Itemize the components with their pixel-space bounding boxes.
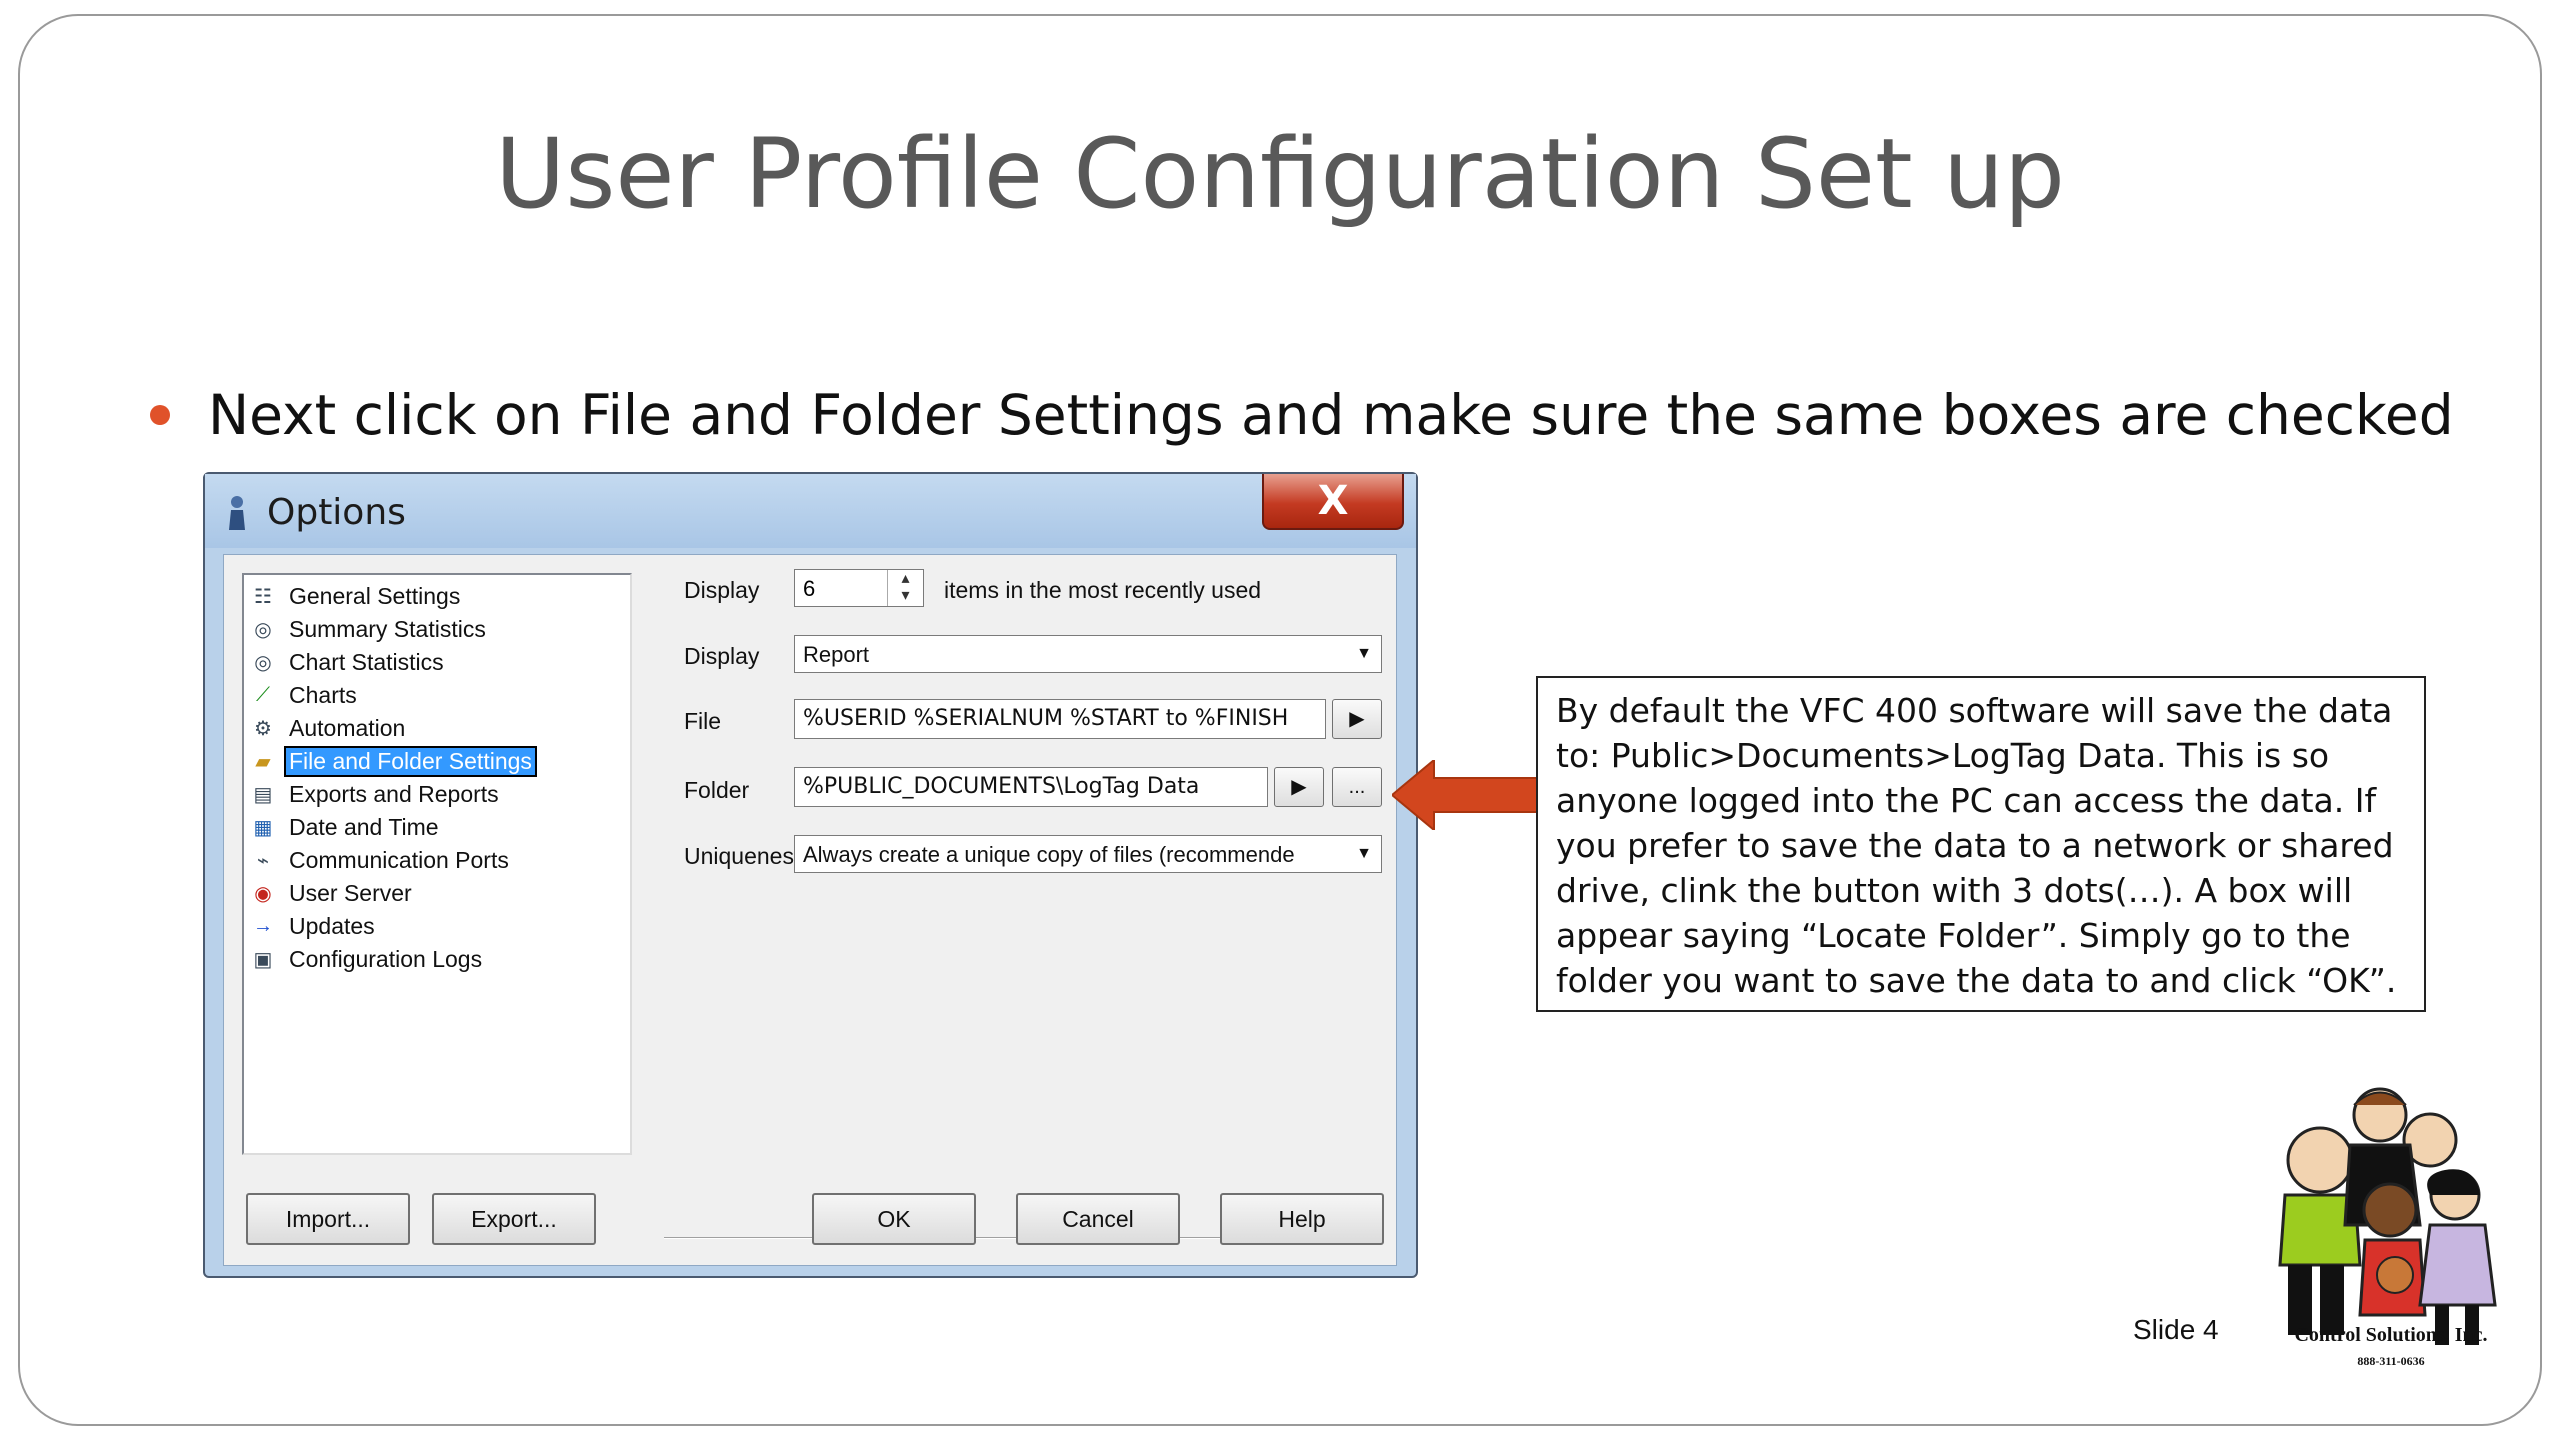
calendar-icon: ▦ — [253, 816, 273, 839]
chevron-down-icon: ▼ — [1356, 845, 1372, 862]
tree-item-label: Date and Time — [289, 813, 439, 840]
uniqueness-select[interactable]: Always create a unique copy of files (re… — [794, 835, 1382, 873]
user-server-icon: ◉ — [254, 882, 272, 905]
pointer-arrow-icon — [1392, 760, 1537, 830]
tree-item-charts[interactable]: ⟋ Charts — [250, 680, 360, 710]
tree-item-exports[interactable]: ▤ Exports and Reports — [250, 779, 502, 809]
uniqueness-label: Uniqueness — [684, 843, 806, 869]
tree-item-general-settings[interactable]: ☷ General Settings — [250, 581, 463, 611]
ok-button[interactable]: OK — [812, 1193, 976, 1245]
bullet-dot-icon — [150, 405, 170, 425]
options-app-icon — [229, 496, 245, 530]
tree-item-label: User Server — [289, 879, 412, 906]
slide-title: User Profile Configuration Set up — [495, 118, 2065, 230]
tree-item-label: Configuration Logs — [289, 945, 483, 972]
tree-item-config-logs[interactable]: ▣ Configuration Logs — [250, 944, 485, 974]
ports-icon: ⌁ — [256, 849, 270, 872]
recent-count-spinner[interactable]: 6 ▴ ▾ — [794, 569, 924, 607]
display-count-label: Display — [684, 577, 760, 603]
import-button[interactable]: Import... — [246, 1193, 410, 1245]
close-icon: X — [1317, 478, 1349, 524]
tree-item-calendar[interactable]: ▦ Date and Time — [250, 812, 442, 842]
display-count-suffix: items in the most recently used — [944, 577, 1262, 603]
arrow-right-icon: → — [253, 914, 273, 937]
dialog-titlebar[interactable]: Options X — [205, 474, 1416, 548]
file-insert-button[interactable]: ▶ — [1332, 699, 1382, 739]
tree-item-user-server[interactable]: ◉ User Server — [250, 878, 415, 908]
tree-item-label: Communication Ports — [289, 846, 509, 873]
chevron-down-icon: ▼ — [1356, 645, 1372, 662]
tree-item-label: Charts — [289, 681, 357, 708]
folder-insert-button[interactable]: ▶ — [1274, 767, 1324, 807]
play-arrow-icon: ▶ — [1349, 708, 1365, 730]
tree-item-chart-statistics[interactable]: ◎ Chart Statistics — [250, 647, 447, 677]
play-arrow-icon: ▶ — [1291, 776, 1307, 798]
options-dialog: Options X ☷ General Settings ◎ Summary Stat… — [203, 472, 1418, 1278]
tree-item-label: File and Folder Settings — [284, 745, 537, 777]
tree-item-automation[interactable]: ⚙ Automation — [250, 713, 408, 743]
display-type-label: Display — [684, 643, 760, 669]
tree-item-label: Exports and Reports — [289, 780, 499, 807]
exports-icon: ▤ — [253, 783, 273, 806]
recent-count-value: 6 — [803, 576, 816, 601]
tree-item-arrow-right[interactable]: → Updates — [250, 911, 378, 941]
tree-item-label: General Settings — [289, 582, 461, 609]
chart-statistics-icon: ◎ — [254, 651, 272, 674]
file-name-input[interactable]: %USERID %SERIALNUM %START to %FINISH — [794, 699, 1326, 739]
summary-statistics-icon: ◎ — [254, 618, 272, 641]
general-settings-icon: ☷ — [254, 585, 272, 608]
tree-item-label: Chart Statistics — [289, 648, 444, 675]
bullet-point: Next click on File and Folder Settings a… — [150, 380, 2454, 450]
bullet-text: Next click on File and Folder Settings a… — [208, 383, 2454, 447]
help-button[interactable]: Help — [1220, 1193, 1384, 1245]
config-logs-icon: ▣ — [253, 948, 273, 971]
settings-tree[interactable]: ☷ General Settings ◎ Summary Statistics ◎ Cha… — [242, 573, 632, 1155]
export-button[interactable]: Export... — [432, 1193, 596, 1245]
callout-box: By default the VFC 400 software will sav… — [1536, 676, 2426, 1012]
tree-item-summary-statistics[interactable]: ◎ Summary Statistics — [250, 614, 489, 644]
spinner-arrows-icon[interactable]: ▴ ▾ — [887, 570, 923, 606]
file-label: File — [684, 708, 722, 734]
display-type-select[interactable]: Report ▼ — [794, 635, 1382, 673]
folder-icon: ▰ — [255, 750, 271, 773]
close-button[interactable]: X — [1262, 474, 1404, 530]
logo-phone: 888-311-0636 — [2357, 1354, 2425, 1368]
uniqueness-value: Always create a unique copy of files (re… — [803, 842, 1295, 867]
tree-item-label: Summary Statistics — [289, 615, 486, 642]
folder-path-input[interactable]: %PUBLIC_DOCUMENTS\LogTag Data — [794, 767, 1268, 807]
dialog-body: ☷ General Settings ◎ Summary Statistics ◎ Cha… — [223, 554, 1397, 1266]
automation-icon: ⚙ — [254, 717, 272, 740]
charts-icon: ⟋ — [256, 683, 270, 706]
tree-item-label: Automation — [289, 714, 406, 741]
slide-number: Slide 4 — [2133, 1314, 2219, 1345]
folder-label: Folder — [684, 777, 750, 803]
logo-company-name: Control Solutions, Inc. — [2294, 1324, 2488, 1346]
tree-item-label: Updates — [289, 912, 375, 939]
tree-item-folder[interactable]: ▰ File and Folder Settings — [250, 745, 537, 777]
cancel-button[interactable]: Cancel — [1016, 1193, 1180, 1245]
browse-folder-button[interactable]: ... — [1332, 767, 1382, 807]
display-type-value: Report — [803, 642, 870, 667]
dialog-title: Options — [267, 492, 406, 533]
tree-item-ports[interactable]: ⌁ Communication Ports — [250, 845, 512, 875]
